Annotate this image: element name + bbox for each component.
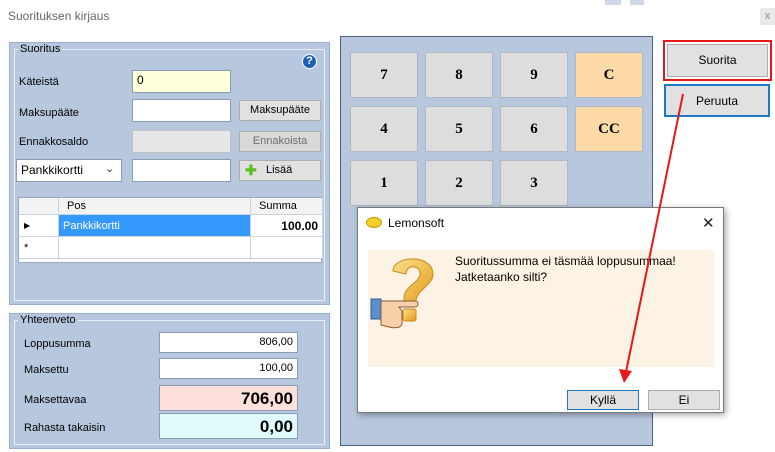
payments-grid: Pos Summa ▶ Pankkikortti 100.00 * (18, 197, 323, 263)
keypad-key-4[interactable]: 4 (350, 106, 418, 152)
help-icon-glyph: ? (306, 55, 313, 67)
confirm-dialog: Lemonsoft ✕ Suoritussumma ei täsmää lopp… (357, 207, 724, 413)
cash-label: Käteistä (19, 76, 59, 88)
advance-balance-input (132, 130, 231, 153)
cancel-button[interactable]: Peruuta (664, 84, 770, 117)
cash-input[interactable]: 0 (132, 70, 231, 93)
grid-cell-summa[interactable]: 100.00 (251, 215, 323, 237)
summary-panel: Yhteenveto Loppusumma 806,00 Maksettu 10… (9, 313, 330, 449)
window-title: Suorituksen kirjaus (8, 9, 110, 23)
background-window-edge (630, 0, 644, 5)
advance-button[interactable]: Ennakoista (239, 131, 321, 152)
grid-new-row-summa[interactable] (251, 237, 323, 259)
dialog-yes-button[interactable]: Kyllä (567, 390, 639, 410)
add-payment-button[interactable]: ✚ Lisää (239, 160, 321, 181)
keypad-key-cc[interactable]: CC (575, 106, 643, 152)
dialog-title: Lemonsoft (388, 216, 445, 230)
keypad-key-6[interactable]: 6 (500, 106, 568, 152)
suoritus-panel: Suoritus ? Käteistä 0 Maksupääte Maksupä… (9, 42, 330, 305)
dialog-message-line1: Suoritussumma ei täsmää loppusummaa! (455, 254, 676, 268)
background-window-edge (605, 0, 621, 5)
suoritus-group-label: Suoritus (18, 43, 63, 55)
grid-row-marker: ▶ (19, 215, 59, 237)
title-bar: Suorituksen kirjaus x (0, 0, 775, 32)
lemon-icon (366, 217, 382, 228)
dialog-message-line2: Jatketaanko silti? (455, 270, 548, 284)
paid-label: Maksettu (24, 364, 69, 376)
dialog-no-button[interactable]: Ei (648, 390, 720, 410)
keypad-key-2[interactable]: 2 (425, 160, 493, 206)
keypad-key-9[interactable]: 9 (500, 52, 568, 98)
keypad-key-7[interactable]: 7 (350, 52, 418, 98)
summary-group-label: Yhteenveto (18, 314, 78, 326)
payment-terminal-input[interactable] (132, 99, 231, 122)
keypad-key-1[interactable]: 1 (350, 160, 418, 206)
payment-type-select[interactable]: Pankkikortti ⌄ (16, 159, 122, 182)
help-icon[interactable]: ? (302, 54, 317, 69)
grid-new-row-marker: * (19, 237, 59, 259)
add-icon: ✚ (245, 162, 257, 178)
payment-amount-input[interactable] (132, 159, 231, 182)
keypad-key-8[interactable]: 8 (425, 52, 493, 98)
grid-corner (19, 198, 59, 215)
payment-terminal-label: Maksupääte (19, 107, 79, 119)
dialog-close-button[interactable]: ✕ (702, 214, 715, 232)
question-hand-icon-graphic (370, 258, 434, 329)
due-label: Maksettavaa (24, 394, 87, 406)
paid-value: 100,00 (159, 358, 298, 379)
payment-terminal-button[interactable]: Maksupääte (239, 100, 321, 121)
keypad-key-c[interactable]: C (575, 52, 643, 98)
change-label: Rahasta takaisin (24, 422, 106, 434)
add-payment-label: Lisää (266, 164, 293, 176)
submit-button[interactable]: Suorita (667, 44, 768, 77)
grid-header-pos[interactable]: Pos (59, 198, 251, 215)
total-label: Loppusumma (24, 338, 91, 350)
advance-balance-label: Ennakkosaldo (19, 136, 89, 148)
keypad-key-3[interactable]: 3 (500, 160, 568, 206)
due-value: 706,00 (159, 385, 298, 411)
question-hand-icon (369, 251, 446, 337)
change-value: 0,00 (159, 413, 298, 439)
keypad-key-5[interactable]: 5 (425, 106, 493, 152)
grid-cell-pos[interactable]: Pankkikortti (59, 215, 251, 237)
total-value: 806,00 (159, 332, 298, 353)
payment-type-select-value: Pankkikortti (21, 163, 84, 177)
grid-header-summa[interactable]: Summa (251, 198, 323, 215)
window-close-button[interactable]: x (760, 8, 775, 25)
chevron-down-icon: ⌄ (105, 163, 115, 175)
grid-new-row-pos[interactable] (59, 237, 251, 259)
